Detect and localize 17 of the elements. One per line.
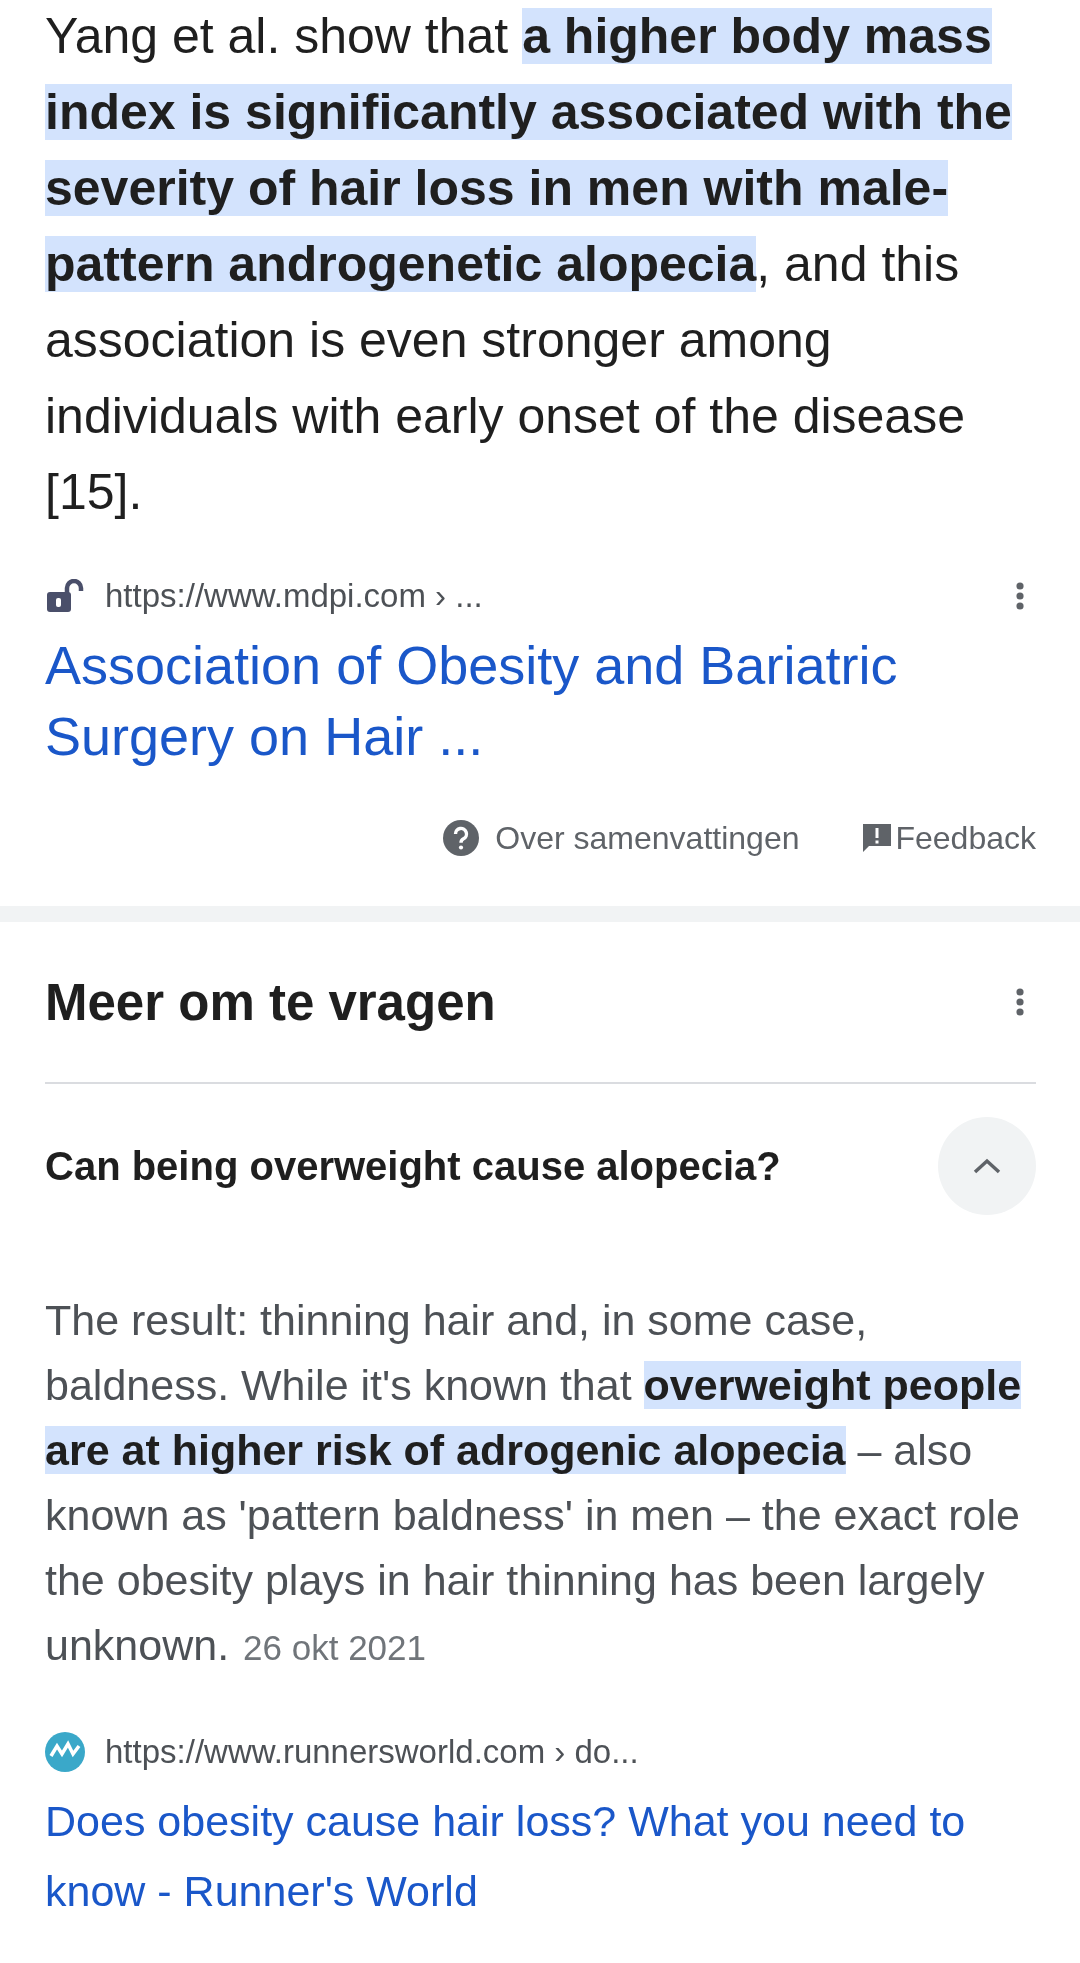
chevron-up-icon <box>972 1157 1002 1175</box>
source-url: https://www.mdpi.com › ... <box>105 577 484 615</box>
lock-icon <box>45 579 85 613</box>
section-heading: Meer om te vragen <box>45 972 496 1032</box>
answer-text: The result: thinning hair and, in some case, baldness. While it's known that overweight people are at higher risk of adrogenic alopecia – also known as 'pattern baldness' in men – the exact role the obesity plays in hair thinning has been largely unknown. 26 okt 2021 <box>45 1295 1023 1671</box>
more-options-icon[interactable] <box>1016 988 1024 1016</box>
feedback-icon <box>861 822 894 854</box>
site-logo-icon <box>45 1732 85 1772</box>
feedback-link[interactable]: Feedback <box>861 819 1036 857</box>
about-summaries-link[interactable]: Over samenvattingen <box>443 819 800 857</box>
help-icon <box>443 820 480 856</box>
result-link[interactable]: Association of Obesity and Bariatric Surgery on Hair ... <box>45 630 1005 772</box>
question-text: Can being overweight cause alopecia? <box>45 1143 781 1189</box>
more-options-icon[interactable] <box>1016 582 1024 610</box>
source-url: https://www.runnersworld.com › do... <box>105 1733 640 1771</box>
overview-paragraph: Yang et al. show that a higher body mass index is significantly associated with the severity of hair loss in men with male-pattern androgenetic alopecia, and this association is even stronger among individuals with early onset of the disease [15]. <box>45 7 1013 522</box>
result-link[interactable]: Does obesity cause hair loss? What you need to know - Runner's World <box>45 1786 1045 1926</box>
